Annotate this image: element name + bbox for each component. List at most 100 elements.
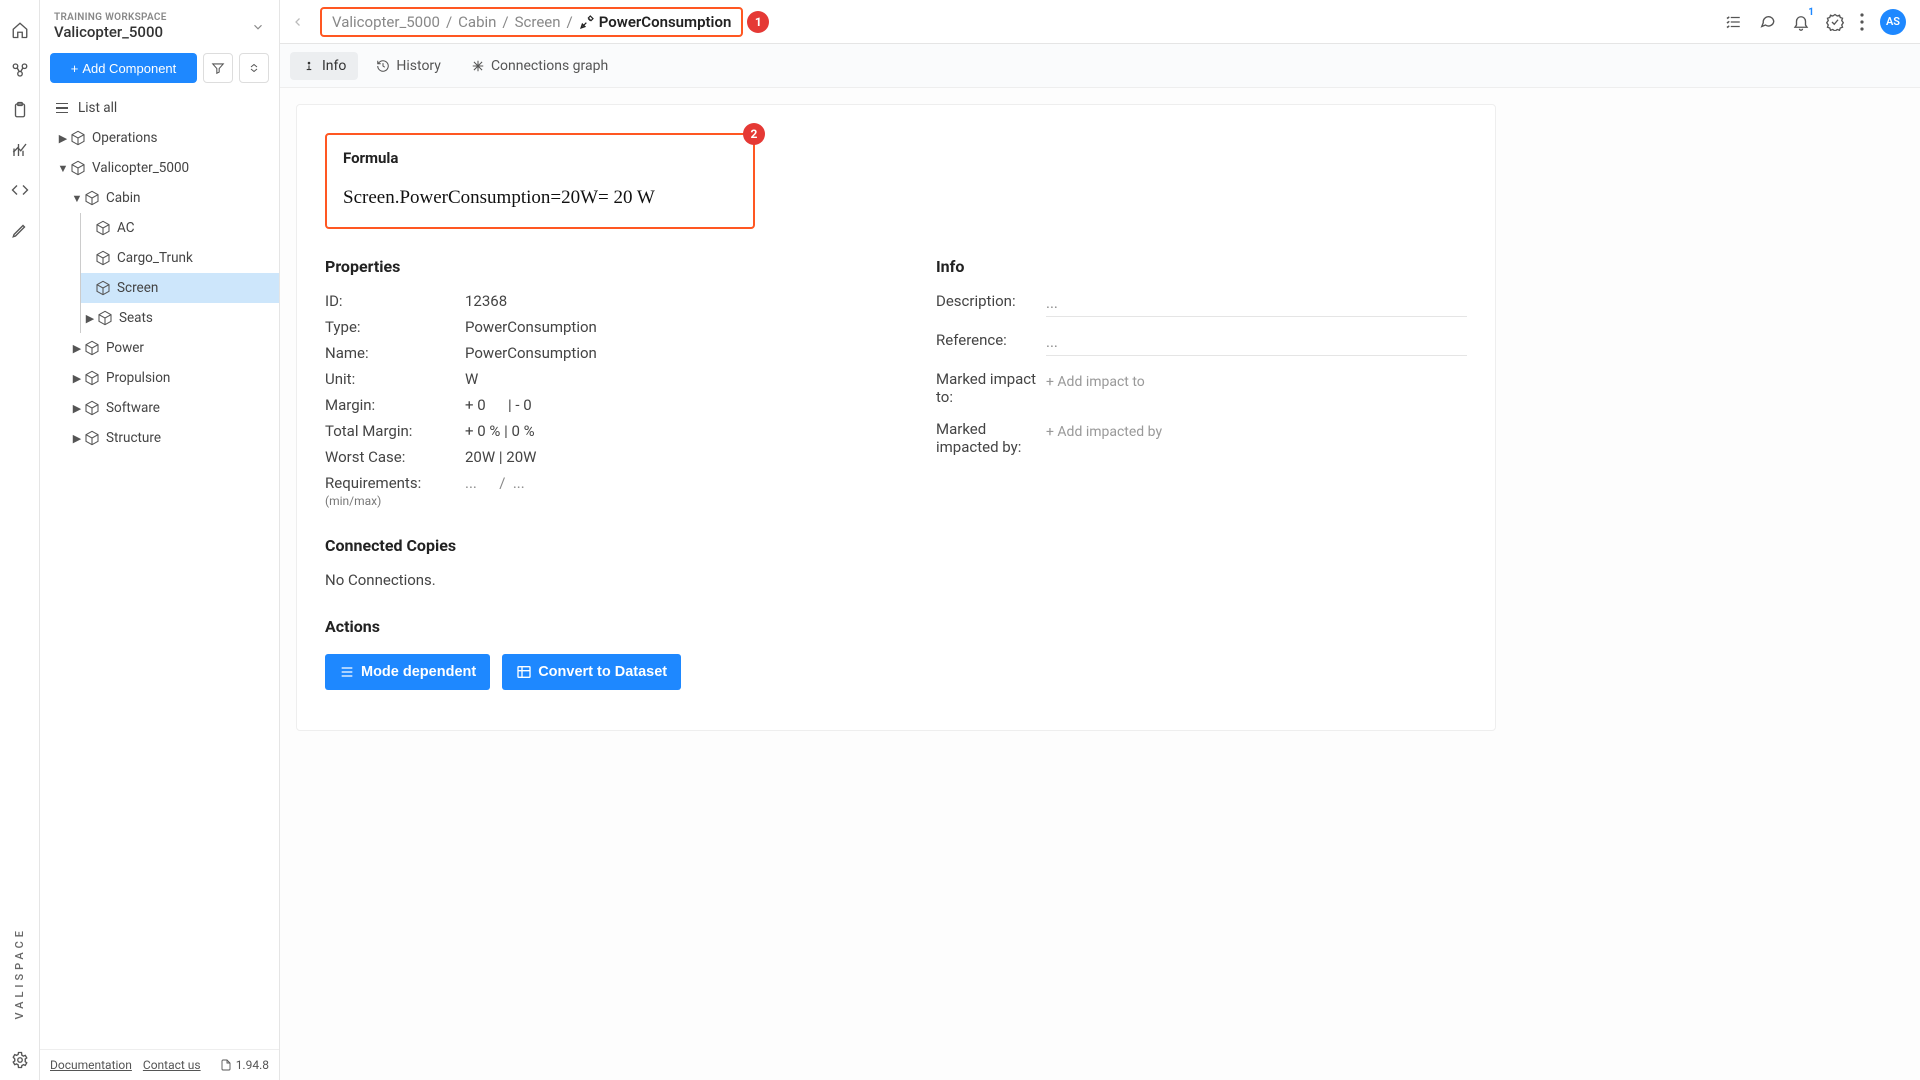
sidebar-footer: Documentation Contact us 1.94.8: [40, 1049, 279, 1080]
cube-icon: [84, 430, 100, 446]
connected-text: No Connections.: [325, 571, 856, 589]
graph-icon: [471, 59, 485, 73]
modules-icon[interactable]: [8, 58, 32, 82]
add-impacted-by-button[interactable]: + Add impacted by: [1046, 420, 1467, 440]
notification-badge: 1: [1808, 7, 1814, 18]
bell-icon[interactable]: 1: [1792, 13, 1810, 31]
tree-item-power[interactable]: ▶ Power: [40, 333, 279, 363]
clipboard-icon[interactable]: [8, 98, 32, 122]
tree-item-software[interactable]: ▶ Software: [40, 393, 279, 423]
prop-name-key: Name:: [325, 344, 465, 362]
tab-info[interactable]: Info: [290, 52, 358, 80]
tree-item-cabin[interactable]: ▼ Cabin: [40, 183, 279, 213]
tree-item-cargo[interactable]: Cargo_Trunk: [81, 243, 279, 273]
cube-icon: [95, 220, 111, 236]
connected-heading: Connected Copies: [325, 536, 856, 555]
main-area: Valicopter_5000/ Cabin/ Screen/ PowerCon…: [280, 0, 1920, 1080]
icon-rail: VALISPACE: [0, 0, 40, 1080]
prop-unit-val: W: [465, 370, 856, 388]
add-component-button[interactable]: +Add Component: [50, 53, 197, 83]
convert-dataset-button[interactable]: Convert to Dataset: [502, 654, 681, 690]
info-impact-to-key: Marked impact to:: [936, 370, 1046, 406]
file-icon: [220, 1059, 232, 1071]
actions-heading: Actions: [325, 617, 856, 636]
breadcrumb[interactable]: Valicopter_5000/ Cabin/ Screen/ PowerCon…: [320, 7, 743, 37]
prop-worst-key: Worst Case:: [325, 448, 465, 466]
formula-heading: Formula: [343, 149, 737, 167]
prop-id-key: ID:: [325, 292, 465, 310]
info-ref-val[interactable]: ...: [1046, 331, 1467, 356]
brand-label: VALISPACE: [13, 927, 26, 1020]
callout-2: 2: [743, 123, 765, 145]
prop-worst-val: 20W | 20W: [465, 448, 856, 466]
pen-icon[interactable]: [8, 218, 32, 242]
mode-dependent-button[interactable]: Mode dependent: [325, 654, 490, 690]
formula-box: Formula Screen.PowerConsumption=20W= 20 …: [325, 133, 755, 229]
callout-1: 1: [747, 11, 769, 33]
list-icon: [339, 664, 355, 680]
tree-item-operations[interactable]: ▶ Operations: [40, 123, 279, 153]
list-icon: [56, 100, 72, 116]
detail-panel: Formula Screen.PowerConsumption=20W= 20 …: [296, 104, 1496, 731]
prop-unit-key: Unit:: [325, 370, 465, 388]
settings-icon[interactable]: [8, 1048, 32, 1072]
workspace-name: Valicopter_5000: [54, 23, 167, 41]
cube-icon: [84, 400, 100, 416]
tasks-icon[interactable]: [1724, 13, 1742, 31]
check-badge-icon[interactable]: [1826, 13, 1844, 31]
prop-id-val: 12368: [465, 292, 856, 310]
tree-item-screen[interactable]: Screen: [81, 273, 279, 303]
workspace-label: TRAINING WORKSPACE: [54, 12, 167, 23]
cube-icon: [97, 310, 113, 326]
tree-item-ac[interactable]: AC: [81, 213, 279, 243]
tree-list-all[interactable]: List all: [40, 93, 279, 123]
collapse-icon[interactable]: [239, 53, 269, 83]
info-desc-val[interactable]: ...: [1046, 292, 1467, 317]
cube-icon: [84, 340, 100, 356]
table-icon: [516, 664, 532, 680]
contact-link[interactable]: Contact us: [143, 1058, 201, 1072]
code-icon[interactable]: [8, 178, 32, 202]
prop-type-val: PowerConsumption: [465, 318, 856, 336]
chevron-down-icon[interactable]: [251, 20, 265, 34]
component-tree: List all ▶ Operations ▼ Valicopter_5000 …: [40, 93, 279, 1049]
topbar: Valicopter_5000/ Cabin/ Screen/ PowerCon…: [280, 0, 1920, 44]
tab-history[interactable]: History: [364, 52, 453, 80]
prop-req-key: Requirements:: [325, 474, 465, 492]
tab-connections[interactable]: Connections graph: [459, 52, 620, 80]
prop-req-sub: (min/max): [325, 494, 465, 508]
tools-icon: [579, 14, 595, 30]
tree-item-propulsion[interactable]: ▶ Propulsion: [40, 363, 279, 393]
history-icon: [376, 59, 390, 73]
documentation-link[interactable]: Documentation: [50, 1058, 132, 1072]
tabs: Info History Connections graph: [280, 44, 1920, 88]
prop-margin-key: Margin:: [325, 396, 465, 414]
add-impact-to-button[interactable]: + Add impact to: [1046, 370, 1467, 390]
workspace-selector[interactable]: TRAINING WORKSPACE Valicopter_5000: [40, 0, 279, 49]
filter-icon[interactable]: [203, 53, 233, 83]
prop-tmargin-key: Total Margin:: [325, 422, 465, 440]
formula-equation[interactable]: Screen.PowerConsumption=20W= 20 W: [343, 187, 737, 209]
back-icon[interactable]: [286, 15, 310, 29]
avatar[interactable]: AS: [1880, 9, 1906, 35]
cube-icon: [84, 370, 100, 386]
analytics-icon[interactable]: [8, 138, 32, 162]
prop-tmargin-val: + 0 % | 0 %: [465, 422, 856, 440]
info-ref-key: Reference:: [936, 331, 1046, 349]
tree-item-root[interactable]: ▼ Valicopter_5000: [40, 153, 279, 183]
more-icon[interactable]: [1860, 13, 1864, 31]
cube-icon: [70, 160, 86, 176]
home-icon[interactable]: [8, 18, 32, 42]
properties-heading: Properties: [325, 257, 856, 276]
prop-req-val: ... / ...: [465, 474, 856, 492]
tree-item-seats[interactable]: ▶ Seats: [81, 303, 279, 333]
prop-type-key: Type:: [325, 318, 465, 336]
cube-icon: [70, 130, 86, 146]
tree-item-structure[interactable]: ▶ Structure: [40, 423, 279, 453]
info-heading: Info: [936, 257, 1467, 276]
prop-name-val: PowerConsumption: [465, 344, 856, 362]
chat-icon[interactable]: [1758, 13, 1776, 31]
info-impacted-by-key: Marked impacted by:: [936, 420, 1046, 456]
prop-margin-val: + 0 | - 0: [465, 396, 856, 414]
cube-icon: [84, 190, 100, 206]
